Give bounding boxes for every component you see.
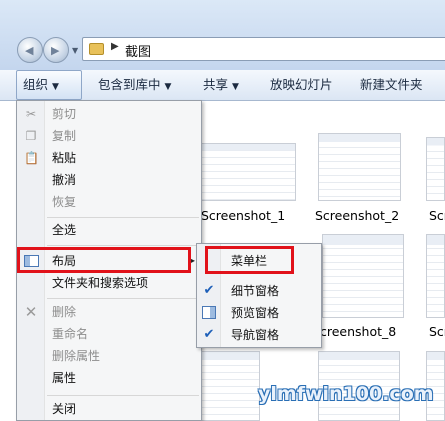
submenu-item-details-pane[interactable]: ✔ 细节窗格: [197, 280, 323, 302]
organize-label: 组织: [23, 77, 49, 92]
menu-item-folder-options[interactable]: 文件夹和搜索选项: [17, 272, 203, 294]
new-folder-button[interactable]: 新建文件夹: [354, 70, 429, 100]
breadcrumb-folder[interactable]: 截图: [125, 41, 151, 60]
file-thumbnail[interactable]: [198, 351, 260, 421]
submenu-item-label: 预览窗格: [231, 306, 280, 320]
organize-menu-button[interactable]: 组织 ▼: [16, 70, 82, 100]
submenu-item-preview-pane[interactable]: 预览窗格: [197, 302, 323, 324]
chevron-down-icon: ▼: [52, 82, 59, 92]
menu-item-copy[interactable]: ❐ 复制: [17, 125, 203, 147]
menu-item-label: 删除属性: [52, 349, 101, 363]
site-watermark: ylmfwin100.com: [258, 383, 434, 405]
forward-button[interactable]: ▶: [43, 37, 69, 63]
file-thumbnail[interactable]: [318, 133, 401, 201]
chevron-down-icon: ▼: [232, 82, 239, 92]
command-bar: 组织 ▼ 包含到库中 ▼ 共享 ▼ 放映幻灯片 新建文件夹: [0, 70, 445, 101]
breadcrumb-chevron-icon[interactable]: ▶: [111, 41, 119, 52]
menu-item-paste[interactable]: 📋 粘贴: [17, 147, 203, 169]
preview-pane-icon: [202, 306, 216, 319]
submenu-item-label: 细节窗格: [231, 284, 280, 298]
paste-icon: 📋: [24, 151, 39, 165]
address-bar[interactable]: ▶ 截图: [82, 37, 445, 61]
back-button[interactable]: ◀: [17, 37, 43, 63]
submenu-item-navigation-pane[interactable]: ✔ 导航窗格: [197, 324, 323, 346]
menu-item-label: 删除: [52, 305, 77, 319]
back-arrow-icon: ◀: [25, 44, 34, 57]
file-thumbnail[interactable]: [322, 234, 404, 318]
menu-item-label: 重命名: [52, 327, 89, 341]
menu-item-cut[interactable]: ✂ 剪切: [17, 103, 203, 125]
window-titlebar: ◀ ▶ ▼ ▶ 截图: [0, 0, 445, 70]
file-name[interactable]: Screenshot_1: [201, 208, 285, 223]
menu-item-label: 恢复: [52, 195, 77, 209]
menu-item-label: 全选: [52, 223, 77, 237]
file-name[interactable]: Screenshot_2: [315, 208, 399, 223]
include-in-library-label: 包含到库中: [98, 77, 161, 92]
forward-arrow-icon: ▶: [51, 44, 60, 57]
checkmark-icon: ✔: [203, 283, 215, 298]
include-in-library-button[interactable]: 包含到库中 ▼: [92, 70, 177, 100]
checkmark-icon: ✔: [203, 327, 215, 342]
highlight-box-layout: [17, 247, 191, 273]
menu-item-redo[interactable]: 恢复: [17, 191, 203, 213]
menu-separator: [47, 298, 199, 299]
chevron-down-icon: ▼: [164, 82, 172, 92]
menu-item-label: 撤消: [52, 173, 77, 187]
menu-item-close[interactable]: 关闭: [17, 398, 203, 420]
file-thumbnail[interactable]: [426, 234, 445, 318]
file-thumbnail[interactable]: [426, 137, 445, 201]
scissors-icon: ✂: [25, 107, 37, 121]
menu-item-label: 剪切: [52, 107, 77, 121]
menu-item-label: 文件夹和搜索选项: [52, 276, 149, 290]
menu-item-undo[interactable]: 撤消: [17, 169, 203, 191]
slideshow-label: 放映幻灯片: [270, 77, 333, 92]
menu-item-delete[interactable]: ✕ 删除: [17, 301, 203, 323]
history-dropdown-icon[interactable]: ▼: [72, 46, 78, 55]
file-name[interactable]: creenshot_8: [320, 324, 396, 339]
menu-item-remove-properties[interactable]: 删除属性: [17, 345, 203, 367]
share-button[interactable]: 共享 ▼: [197, 70, 245, 100]
submenu-item-label: 导航窗格: [231, 328, 280, 342]
menu-item-label: 粘贴: [52, 151, 77, 165]
menu-item-select-all[interactable]: 全选: [17, 219, 203, 241]
menu-item-label: 属性: [52, 371, 77, 385]
highlight-box-menu-bar: [205, 246, 294, 274]
menu-item-label: 关闭: [52, 402, 77, 416]
menu-separator: [47, 217, 199, 218]
folder-icon: [89, 43, 104, 55]
new-folder-label: 新建文件夹: [360, 77, 423, 92]
share-label: 共享: [203, 77, 229, 92]
menu-item-properties[interactable]: 属性: [17, 367, 203, 389]
file-thumbnail[interactable]: [200, 143, 296, 201]
file-name[interactable]: Scr: [429, 208, 445, 223]
menu-separator: [47, 245, 199, 246]
menu-item-label: 复制: [52, 129, 77, 143]
menu-separator: [47, 395, 199, 396]
slideshow-button[interactable]: 放映幻灯片: [264, 70, 339, 100]
file-name[interactable]: Scr: [429, 324, 445, 339]
copy-icon: ❐: [25, 129, 37, 143]
menu-item-rename[interactable]: 重命名: [17, 323, 203, 345]
delete-x-icon: ✕: [24, 303, 38, 321]
